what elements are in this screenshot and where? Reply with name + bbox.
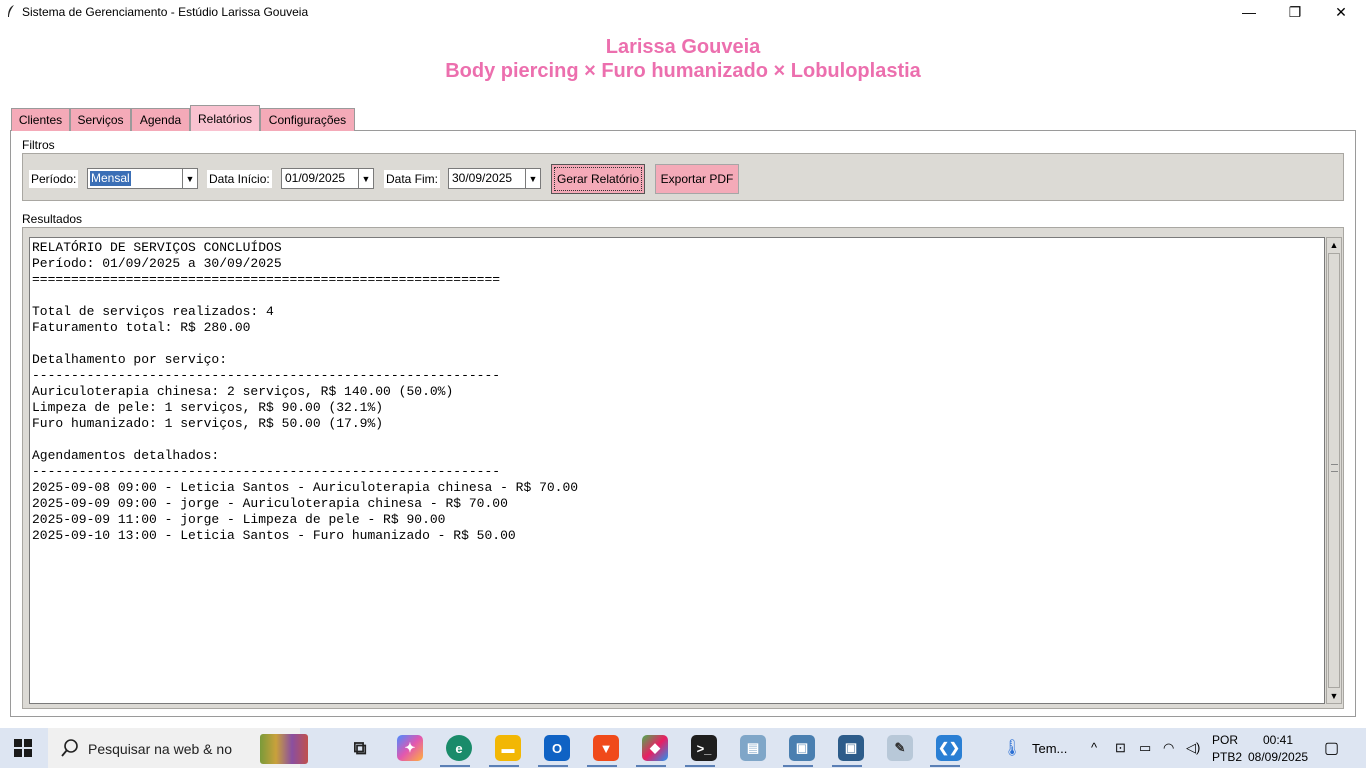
volume-icon[interactable]: ◁) [1186, 740, 1200, 756]
tab-configuracoes[interactable]: Configurações [260, 108, 355, 131]
books-icon [260, 734, 308, 764]
thermometer-icon[interactable]: 🌡 [1002, 738, 1022, 758]
outlook-running-indicator [538, 765, 568, 767]
battery-icon[interactable]: ▭ [1139, 740, 1151, 756]
vscode-running-indicator [930, 765, 960, 767]
results-line: 2025-09-09 09:00 - jorge - Auriculoterap… [32, 496, 508, 511]
results-line: Total de serviços realizados: 4 [32, 304, 274, 319]
results-line [32, 336, 1324, 352]
notification-icon[interactable]: ▢ [1324, 738, 1339, 758]
periodo-combobox[interactable]: Mensal ▼ [87, 168, 198, 189]
terminal-icon[interactable]: >_ [691, 735, 717, 761]
grip-icon [1331, 464, 1338, 472]
maximize-button[interactable]: ❐ [1272, 0, 1318, 24]
wifi-icon[interactable]: ◠ [1163, 740, 1174, 756]
results-line: 2025-09-09 11:00 - jorge - Limpeza de pe… [32, 512, 446, 527]
tab-relatorios[interactable]: Relatórios [190, 105, 260, 131]
data-inicio-value: 01/09/2025 [285, 171, 346, 185]
scroll-up-arrow-icon[interactable]: ▲ [1327, 238, 1341, 252]
terminal-running-indicator [685, 765, 715, 767]
notepad-icon[interactable]: ▤ [740, 735, 766, 761]
scroll-thumb[interactable] [1328, 253, 1340, 688]
results-line [32, 432, 1324, 448]
data-fim-label: Data Fim: [384, 170, 441, 188]
filters-group-label: Filtros [22, 138, 55, 152]
brave-running-indicator [587, 765, 617, 767]
feather-icon [8, 5, 14, 17]
chevron-down-icon[interactable]: ▼ [182, 169, 197, 188]
results-line: 2025-09-10 13:00 - Leticia Santos - Furo… [32, 528, 516, 543]
clock-time[interactable]: 00:41 [1263, 733, 1293, 747]
close-icon: ✕ [1335, 3, 1347, 20]
clock-date[interactable]: 08/09/2025 [1248, 750, 1308, 764]
results-line: Auriculoterapia chinesa: 2 serviços, R$ … [32, 384, 454, 399]
data-fim-combobox[interactable]: 30/09/2025 ▼ [448, 168, 541, 189]
results-line: RELATÓRIO DE SERVIÇOS CONCLUÍDOS [32, 240, 282, 255]
results-line: Furo humanizado: 1 serviços, R$ 50.00 (1… [32, 416, 384, 431]
window-title: Sistema de Gerenciamento - Estúdio Laris… [22, 5, 309, 19]
file-explorer-icon[interactable]: ▬ [495, 735, 521, 761]
exportar-pdf-button[interactable]: Exportar PDF [655, 164, 739, 194]
minimize-button[interactable]: — [1226, 0, 1272, 24]
close-button[interactable]: ✕ [1318, 0, 1364, 24]
restore-icon: ❐ [1288, 3, 1302, 20]
chevron-down-icon[interactable]: ▼ [358, 169, 373, 188]
copilot-icon[interactable]: ✦ [397, 735, 423, 761]
results-line: ----------------------------------------… [32, 464, 501, 479]
task-view-icon[interactable]: ⧉ [347, 735, 373, 761]
edge-icon[interactable]: e [446, 735, 472, 761]
results-scrollbar[interactable]: ▲ ▼ [1326, 237, 1342, 704]
vscode-icon[interactable]: ❮❯ [936, 735, 962, 761]
studio-subtitle: Body piercing × Furo humanizado × Lobulo… [445, 60, 921, 82]
studio-name: Larissa Gouveia [605, 36, 761, 58]
tab-agenda[interactable]: Agenda [131, 108, 190, 131]
paint-icon[interactable]: ✎ [887, 735, 913, 761]
python-idle-icon[interactable]: ▣ [789, 735, 815, 761]
chevron-down-icon[interactable]: ▼ [525, 169, 540, 188]
language-line2[interactable]: PTB2 [1212, 750, 1242, 764]
search-icon [61, 739, 78, 757]
windows-start-icon[interactable] [14, 739, 32, 757]
brave-icon[interactable]: ▼ [593, 735, 619, 761]
results-line: Limpeza de pele: 1 serviços, R$ 90.00 (3… [32, 400, 384, 415]
device-icon[interactable]: ⊡ [1115, 740, 1126, 756]
results-line: Detalhamento por serviço: [32, 352, 228, 367]
gerar-relatorio-button[interactable]: Gerar Relatório [551, 164, 645, 194]
results-line: ----------------------------------------… [32, 368, 501, 383]
periodo-value: Mensal [90, 171, 131, 186]
explorer-running-indicator [489, 765, 519, 767]
results-line: Agendamentos detalhados: [32, 448, 220, 463]
data-inicio-combobox[interactable]: 01/09/2025 ▼ [281, 168, 374, 189]
results-group-label: Resultados [22, 212, 83, 226]
tab-servicos[interactable]: Serviços [70, 108, 131, 131]
results-line [32, 288, 1324, 304]
python-app-icon[interactable]: ▣ [838, 735, 864, 761]
results-line: Período: 01/09/2025 a 30/09/2025 [32, 256, 282, 271]
python-running-indicator [832, 765, 862, 767]
results-line: 2025-09-08 09:00 - Leticia Santos - Auri… [32, 480, 579, 495]
periodo-label: Período: [29, 170, 79, 188]
scroll-down-arrow-icon[interactable]: ▼ [1327, 689, 1341, 703]
kleopatra-running-indicator [636, 765, 666, 767]
search-placeholder: Pesquisar na web & no [88, 741, 232, 757]
tab-clientes[interactable]: Clientes [11, 108, 70, 131]
outlook-icon[interactable]: O [544, 735, 570, 761]
chevron-up-icon[interactable]: ^ [1091, 740, 1097, 755]
idle-running-indicator [783, 765, 813, 767]
language-line1[interactable]: POR [1212, 733, 1238, 747]
results-textarea[interactable]: RELATÓRIO DE SERVIÇOS CONCLUÍDOS Período:… [29, 237, 1325, 704]
weather-text[interactable]: Tem... [1032, 741, 1067, 756]
data-fim-value: 30/09/2025 [452, 171, 513, 185]
title-bar: Sistema de Gerenciamento - Estúdio Laris… [0, 0, 1366, 24]
minimize-icon: — [1242, 4, 1256, 20]
data-inicio-label: Data Início: [207, 170, 272, 188]
results-line: Faturamento total: R$ 280.00 [32, 320, 251, 335]
kleopatra-icon[interactable]: ◆ [642, 735, 668, 761]
results-line: ========================================… [32, 272, 501, 287]
edge-running-indicator [440, 765, 470, 767]
